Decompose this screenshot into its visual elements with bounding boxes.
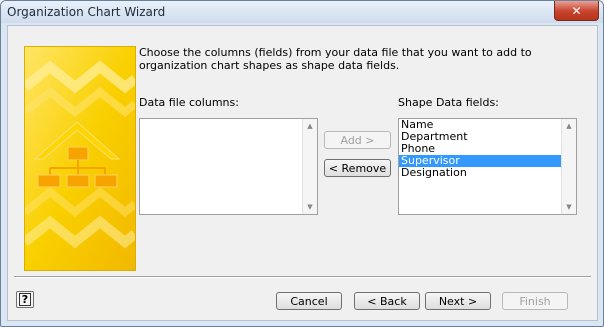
shape-data-fields-label: Shape Data fields: <box>398 96 499 109</box>
shape-data-fields-list[interactable]: Name Department Phone Supervisor Designation… <box>398 118 577 215</box>
scroll-down-icon[interactable]: ▼ <box>303 200 317 214</box>
wizard-window: Organization Chart Wizard ✕ Choose the c… <box>0 0 604 327</box>
footer-separator <box>14 276 591 278</box>
finish-button[interactable]: Finish <box>502 292 568 310</box>
scroll-up-icon[interactable]: ▲ <box>303 119 317 133</box>
add-button[interactable]: Add > <box>324 131 391 149</box>
data-file-columns-scrollbar[interactable]: ▲ ▼ <box>302 119 317 214</box>
cancel-button[interactable]: Cancel <box>276 292 342 310</box>
instruction-text: Choose the columns (fields) from your da… <box>139 46 532 72</box>
window-title: Organization Chart Wizard <box>7 5 166 19</box>
close-button[interactable]: ✕ <box>554 1 599 21</box>
remove-button[interactable]: < Remove <box>324 159 391 177</box>
title-bar[interactable]: Organization Chart Wizard ✕ <box>1 1 603 23</box>
scroll-down-icon[interactable]: ▼ <box>562 200 576 214</box>
shape-data-fields-scrollbar[interactable]: ▲ ▼ <box>561 119 576 214</box>
back-button[interactable]: < Back <box>354 292 420 310</box>
next-button[interactable]: Next > <box>425 292 491 310</box>
wizard-body: Choose the columns (fields) from your da… <box>7 25 598 321</box>
close-icon: ✕ <box>571 3 582 18</box>
data-file-columns-list[interactable]: ▲ ▼ <box>139 118 318 215</box>
help-icon: ? <box>18 293 32 306</box>
list-item[interactable]: Designation <box>399 167 576 179</box>
scroll-up-icon[interactable]: ▲ <box>562 119 576 133</box>
org-chart-banner-icon <box>24 46 136 271</box>
data-file-columns-label: Data file columns: <box>139 96 239 109</box>
help-button[interactable]: ? <box>16 291 34 308</box>
